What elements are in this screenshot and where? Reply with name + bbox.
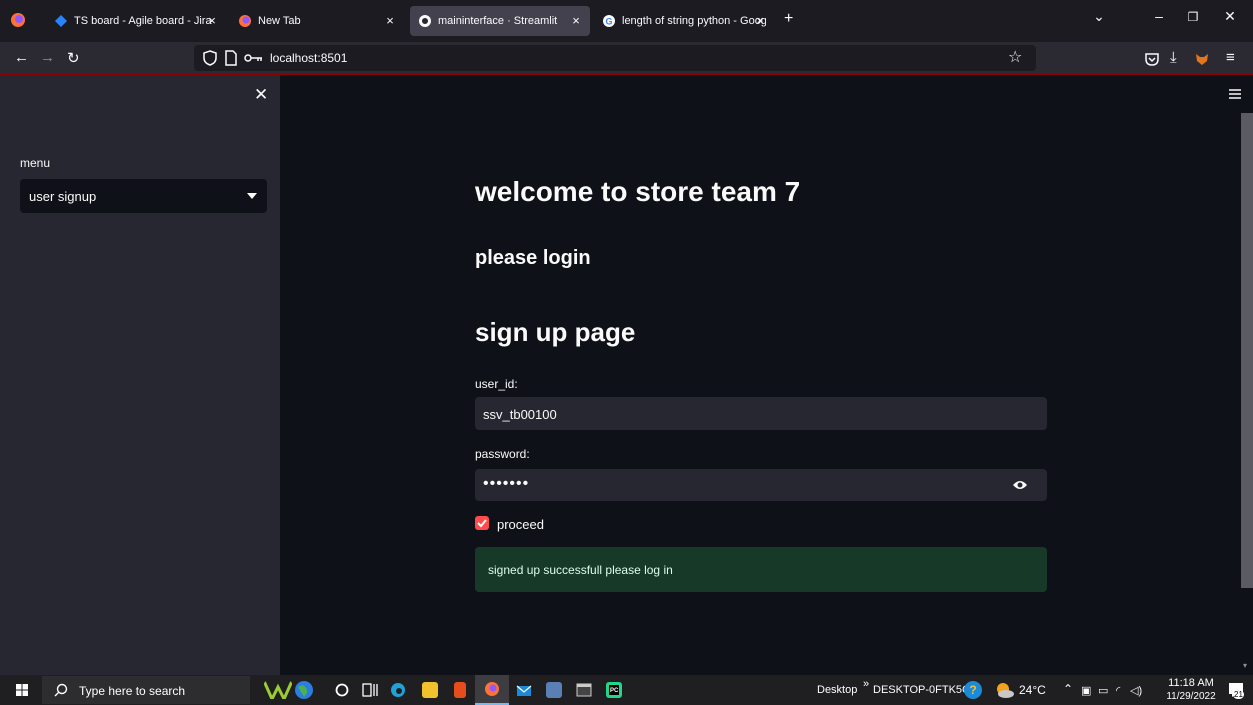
success-message: signed up successfull please log in bbox=[488, 563, 673, 577]
menu-label: menu bbox=[20, 156, 51, 170]
password-value: ••••••• bbox=[483, 475, 530, 492]
wifi-icon[interactable]: ◜ bbox=[1116, 684, 1120, 697]
search-icon bbox=[54, 683, 68, 697]
tab-streamlit[interactable]: maininterface · Streamlit × bbox=[410, 6, 590, 36]
temperature[interactable]: 24°C bbox=[1019, 683, 1046, 697]
task-view-icon[interactable] bbox=[362, 682, 378, 698]
proceed-checkbox[interactable] bbox=[475, 516, 489, 530]
eye-icon[interactable] bbox=[1012, 479, 1028, 491]
tab-new-tab[interactable]: New Tab × bbox=[230, 6, 404, 36]
proceed-label: proceed bbox=[497, 517, 544, 532]
search-placeholder: Type here to search bbox=[79, 684, 186, 698]
clock-date[interactable]: 11/29/2022 bbox=[1160, 691, 1222, 702]
terminal-icon[interactable] bbox=[576, 682, 592, 698]
back-icon[interactable]: ← bbox=[14, 49, 29, 66]
key-icon[interactable] bbox=[244, 52, 264, 64]
help-icon[interactable]: ? bbox=[963, 680, 983, 700]
menu-select[interactable]: user signup bbox=[20, 179, 267, 213]
notification-center[interactable]: 21 bbox=[1228, 682, 1244, 699]
svg-text:PC: PC bbox=[610, 688, 619, 694]
list-tabs-icon[interactable]: ⌄ bbox=[1084, 8, 1114, 25]
window-close-icon[interactable]: ✕ bbox=[1215, 8, 1245, 25]
password-field[interactable]: ••••••• bbox=[475, 469, 1047, 501]
meet-icon[interactable]: ▣ bbox=[1081, 684, 1091, 697]
sidebar-close-icon[interactable]: ✕ bbox=[254, 85, 268, 105]
extension-fox-icon[interactable] bbox=[1194, 51, 1210, 67]
page-scrollbar[interactable]: ▾ bbox=[1241, 75, 1253, 675]
success-alert: signed up successfull please log in bbox=[475, 547, 1047, 592]
tab-label: New Tab bbox=[258, 15, 301, 27]
firefox-menu-icon[interactable] bbox=[10, 12, 26, 28]
battery-icon[interactable]: ▭ bbox=[1098, 684, 1108, 697]
edge-icon[interactable] bbox=[390, 682, 406, 698]
cortana-icon[interactable] bbox=[334, 682, 350, 698]
toolbar-overflow-icon[interactable]: » bbox=[863, 678, 869, 690]
firefox-icon bbox=[485, 682, 499, 696]
scroll-down-icon[interactable]: ▾ bbox=[1243, 661, 1247, 670]
minimize-icon[interactable]: – bbox=[1144, 8, 1174, 24]
close-icon[interactable]: × bbox=[382, 13, 398, 28]
pocket-icon[interactable] bbox=[1144, 51, 1160, 67]
remote-desktop-icon[interactable] bbox=[546, 682, 562, 698]
page-title: welcome to store team 7 bbox=[475, 176, 801, 207]
scrollbar-thumb[interactable] bbox=[1241, 113, 1253, 588]
svg-text:?: ? bbox=[969, 683, 976, 697]
forward-icon: → bbox=[40, 49, 55, 66]
url-text[interactable]: localhost:8501 bbox=[270, 51, 347, 65]
firefox-icon bbox=[239, 15, 251, 27]
shield-icon[interactable] bbox=[202, 50, 218, 66]
tray-expand-icon[interactable]: ⌃ bbox=[1063, 682, 1073, 696]
taskbar-firefox[interactable] bbox=[475, 675, 509, 705]
mail-icon[interactable] bbox=[516, 682, 532, 698]
user-id-field[interactable]: ssv_tb00100 bbox=[475, 397, 1047, 430]
close-icon[interactable]: × bbox=[204, 13, 220, 28]
chevron-down-icon bbox=[247, 193, 257, 199]
close-icon[interactable]: × bbox=[568, 13, 584, 28]
sidebar: ✕ menu user signup bbox=[0, 75, 280, 675]
notification-count: 21 bbox=[1233, 690, 1244, 699]
tab-google[interactable]: G length of string python - Google × bbox=[594, 6, 774, 36]
computer-name: DESKTOP-0FTK5CE bbox=[873, 684, 978, 696]
desktop-toolbar-label[interactable]: Desktop bbox=[817, 684, 857, 696]
bookmark-star-icon[interactable]: ☆ bbox=[1008, 47, 1022, 67]
weather-icon[interactable] bbox=[994, 680, 1014, 700]
tab-label: TS board - Agile board - Jira bbox=[74, 15, 212, 27]
user-id-label: user_id: bbox=[475, 377, 518, 391]
streamlit-icon bbox=[419, 15, 431, 27]
file-explorer-icon[interactable] bbox=[422, 682, 438, 698]
taskbar: Type here to search PC Desktop » DESKTOP… bbox=[0, 675, 1253, 705]
browser-tab-strip: TS board - Agile board - Jira × New Tab … bbox=[0, 0, 1253, 42]
reload-icon[interactable]: ↻ bbox=[67, 49, 80, 67]
download-icon[interactable]: ⤓ bbox=[1170, 49, 1177, 66]
page-icon[interactable] bbox=[224, 50, 238, 66]
menu-selected-value: user signup bbox=[29, 189, 97, 204]
tab-jira[interactable]: TS board - Agile board - Jira × bbox=[46, 6, 226, 36]
svg-text:G: G bbox=[605, 17, 612, 27]
restore-icon[interactable]: ❐ bbox=[1178, 10, 1208, 24]
tab-label: maininterface · Streamlit bbox=[438, 15, 558, 27]
password-label: password: bbox=[475, 447, 530, 461]
url-bar[interactable]: localhost:8501 ☆ bbox=[194, 45, 1036, 71]
tab-label: length of string python - Google bbox=[622, 15, 766, 27]
main-menu-icon[interactable] bbox=[1229, 89, 1241, 99]
section-heading: sign up page bbox=[475, 317, 636, 347]
pycharm-icon[interactable]: PC bbox=[606, 682, 622, 698]
main-area: welcome to store team 7 please login sig… bbox=[280, 75, 1241, 675]
jira-icon bbox=[55, 15, 67, 27]
app-menu-icon[interactable]: ≡ bbox=[1226, 49, 1235, 66]
new-tab-button[interactable]: + bbox=[784, 10, 793, 28]
taskbar-search[interactable]: Type here to search bbox=[42, 676, 250, 704]
user-id-value: ssv_tb00100 bbox=[483, 407, 557, 422]
page-subtitle: please login bbox=[475, 247, 591, 269]
clock-time[interactable]: 11:18 AM bbox=[1160, 677, 1222, 689]
close-icon[interactable]: × bbox=[752, 13, 768, 28]
news-widget-icon[interactable] bbox=[264, 681, 292, 699]
windows-start-icon[interactable] bbox=[16, 684, 28, 696]
checkmark-icon bbox=[477, 519, 487, 528]
globe-widget-icon[interactable] bbox=[294, 680, 314, 700]
google-icon: G bbox=[603, 15, 615, 27]
volume-icon[interactable]: ◁) bbox=[1130, 684, 1142, 697]
office-icon[interactable] bbox=[454, 682, 466, 698]
navigation-bar: ← → ↻ localhost:8501 ☆ ⤓ ≡ bbox=[0, 42, 1253, 75]
